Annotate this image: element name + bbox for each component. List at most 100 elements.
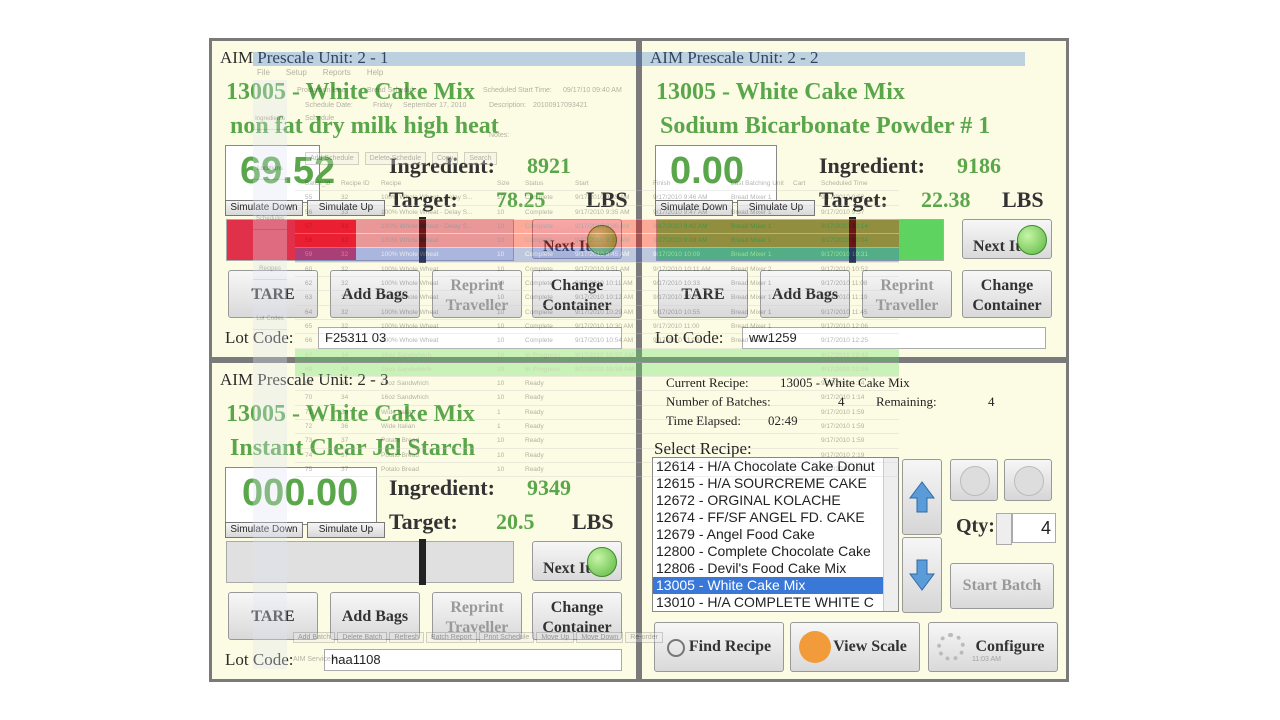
listbox-scrollbar[interactable] (883, 458, 898, 611)
simulate-down-button[interactable]: Simulate Down (225, 522, 303, 538)
lot-code-input[interactable]: F25311 03 (318, 327, 622, 349)
next-item-button[interactable]: Next Item (532, 541, 622, 581)
ingredient-label: Ingredient: (819, 153, 925, 178)
lot-code-label: Lot Code: (655, 328, 724, 347)
start-batch-label: Start Batch (962, 577, 1042, 594)
recipe-list-item[interactable]: 13005 - White Cake Mix (653, 577, 898, 594)
simulate-up-button[interactable]: Simulate Up (307, 522, 385, 538)
qty-spinner[interactable] (996, 513, 1012, 545)
add-bags-label: Add Bags (771, 286, 839, 303)
change-container-button[interactable]: Change Container (532, 270, 622, 318)
elapsed-value: 02:49 (768, 413, 798, 428)
tare-label: TARE (251, 286, 295, 303)
tare-button[interactable]: TARE (228, 270, 318, 318)
next-item-button[interactable]: Next Item (962, 219, 1052, 259)
recipe-list-item[interactable]: 12614 - H/A Chocolate Cake Donut (653, 458, 898, 475)
next-item-button[interactable]: Next Item (532, 219, 622, 259)
qty-input[interactable]: 4 (1012, 513, 1056, 543)
reprint-traveller-button[interactable]: Reprint Traveller (862, 270, 952, 318)
recipe-list-item[interactable]: 12800 - Complete Chocolate Cake (653, 543, 898, 560)
target-marker (419, 539, 426, 585)
ingredient-name: Sodium Bicarbonate Powder # 1 (660, 113, 991, 139)
recipe-list-item[interactable]: 12679 - Angel Food Cake (653, 526, 898, 543)
scale-icon (799, 631, 831, 663)
change-container-label: Change Container (542, 277, 612, 314)
next-arrow-icon (1017, 225, 1047, 255)
recipe-list-item[interactable]: 12672 - ORGINAL KOLACHE (653, 492, 898, 509)
elapsed-label: Time Elapsed: (666, 413, 741, 428)
simulate-down-button[interactable]: Simulate Down (225, 200, 303, 216)
view-scale-button[interactable]: View Scale (790, 622, 920, 672)
target-value: 78.25 (496, 187, 546, 212)
recipe-list-item[interactable]: 12674 - FF/SF ANGEL FD. CAKE (653, 509, 898, 526)
next-arrow-icon (587, 547, 617, 577)
prescale-unit-pane-2: AIM Prescale Unit: 2 - 2 13005 - White C… (642, 41, 1066, 357)
configure-button[interactable]: Configure (928, 622, 1058, 672)
recipe-list-item[interactable]: 12806 - Devil's Food Cake Mix (653, 560, 898, 577)
next-button[interactable] (1004, 459, 1052, 501)
current-recipe-value: 13005 - White Cake Mix (780, 375, 910, 390)
add-bags-button[interactable]: Add Bags (760, 270, 850, 318)
reprint-label: Reprint Traveller (445, 277, 509, 314)
unit-label: LBS (586, 187, 628, 212)
weight-value: 0.00 (670, 150, 744, 192)
start-batch-button[interactable]: Start Batch (950, 563, 1054, 609)
simulate-up-button[interactable]: Simulate Up (307, 200, 385, 216)
recipe-title: 13005 - White Cake Mix (226, 401, 475, 427)
recipe-title: 13005 - White Cake Mix (226, 79, 475, 105)
weight-display: 69.52 (225, 145, 335, 203)
tare-button[interactable]: TARE (658, 270, 748, 318)
next-arrow-icon (587, 225, 617, 255)
add-bags-label: Add Bags (341, 608, 409, 625)
target-marker (419, 217, 426, 263)
reprint-label: Reprint Traveller (445, 599, 509, 636)
find-recipe-button[interactable]: Find Recipe (654, 622, 784, 672)
recipe-list-item[interactable]: 12615 - H/A SOURCREME CAKE (653, 475, 898, 492)
reprint-label: Reprint Traveller (875, 277, 939, 314)
reprint-traveller-button[interactable]: Reprint Traveller (432, 592, 522, 640)
simulate-down-button[interactable]: Simulate Down (655, 200, 733, 216)
add-bags-button[interactable]: Add Bags (330, 270, 420, 318)
unit-title: AIM Prescale Unit: 2 - 1 (220, 48, 389, 67)
lot-code-label: Lot Code: (225, 328, 294, 347)
unit-label: LBS (572, 509, 614, 534)
recipe-listbox[interactable]: 12614 - H/A Chocolate Cake Donut 12615 - … (652, 457, 899, 612)
progress-bar (226, 219, 514, 261)
arrow-up-icon (909, 481, 935, 513)
simulate-up-button[interactable]: Simulate Up (737, 200, 815, 216)
arrow-down-icon (909, 559, 935, 591)
weight-value: 000.00 (242, 472, 359, 514)
prescale-unit-pane-1: AIM Prescale Unit: 2 - 1 13005 - White C… (212, 41, 636, 357)
change-container-button[interactable]: Change Container (532, 592, 622, 640)
magnifier-icon (667, 639, 685, 657)
progress-fill (657, 220, 943, 260)
tare-button[interactable]: TARE (228, 592, 318, 640)
unit-title: AIM Prescale Unit: 2 - 3 (220, 370, 389, 389)
forward-arrow-icon (1014, 466, 1044, 496)
scroll-up-button[interactable] (902, 459, 942, 535)
current-recipe-label: Current Recipe: (666, 375, 749, 390)
target-marker (849, 217, 856, 263)
target-value: 20.5 (496, 509, 535, 534)
tare-label: TARE (251, 608, 295, 625)
lot-code-label: Lot Code: (225, 650, 294, 669)
reprint-traveller-button[interactable]: Reprint Traveller (432, 270, 522, 318)
change-container-button[interactable]: Change Container (962, 270, 1052, 318)
qty-label: Qty: (956, 515, 995, 537)
previous-button[interactable] (950, 459, 998, 501)
target-label: Target: (389, 187, 458, 212)
target-label: Target: (819, 187, 888, 212)
scroll-down-button[interactable] (902, 537, 942, 613)
ingredient-label: Ingredient: (389, 475, 495, 500)
progress-bar (226, 541, 514, 583)
lot-code-input[interactable]: ww1259 (742, 327, 1046, 349)
progress-fill (227, 220, 356, 260)
batch-control-pane: Current Recipe: 13005 - White Cake Mix N… (642, 363, 1066, 679)
progress-bar (656, 219, 944, 261)
batches-label: Number of Batches: (666, 394, 771, 409)
ingredient-id: 9349 (527, 475, 571, 500)
recipe-list-item[interactable]: 13010 - H/A COMPLETE WHITE C (653, 594, 898, 611)
add-bags-button[interactable]: Add Bags (330, 592, 420, 640)
lot-code-input[interactable]: haa1108 (324, 649, 622, 671)
weight-display: 0.00 (655, 145, 777, 203)
